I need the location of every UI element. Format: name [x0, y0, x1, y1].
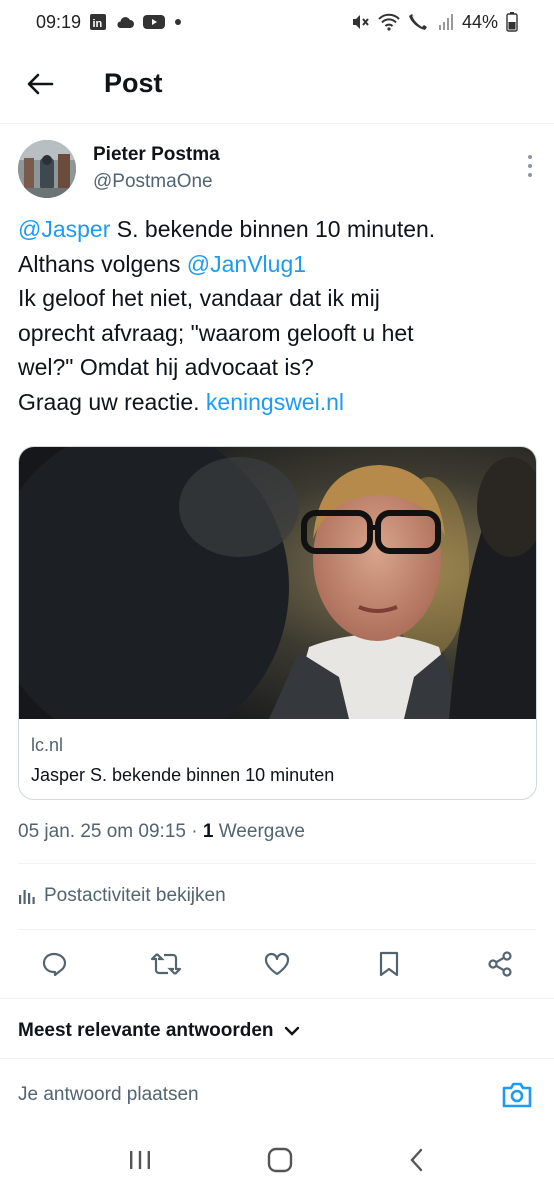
- link-preview-card[interactable]: lc.nl Jasper S. bekende binnen 10 minute…: [18, 446, 537, 800]
- post-line-3: Ik geloof het niet, vandaar dat ik mij: [18, 285, 380, 311]
- post-line-6-prefix: Graag uw reactie.: [18, 388, 206, 415]
- arrow-left-icon: [27, 73, 54, 94]
- reply-input[interactable]: Je antwoord plaatsen: [18, 1084, 536, 1106]
- bookmark-icon: [379, 951, 398, 977]
- battery-icon: [506, 12, 518, 32]
- divider: [18, 929, 536, 930]
- bar-chart-icon: [19, 890, 35, 904]
- status-right: 44%: [350, 12, 518, 33]
- status-bar: 09:19 in 44%: [0, 0, 554, 44]
- svg-text:in: in: [93, 18, 103, 30]
- call-icon: [408, 13, 430, 31]
- post-activity-label: Postactiviteit bekijken: [44, 885, 226, 906]
- post-line-5: wel?" Omdat hij advocaat is?: [18, 354, 314, 380]
- home-button[interactable]: [266, 1146, 294, 1179]
- like-icon: [264, 952, 290, 976]
- post-line-6: Graag uw reactie. keningswei.nl: [18, 385, 538, 420]
- mention-jasper[interactable]: @Jasper: [18, 216, 110, 242]
- more-dots-icon: [528, 154, 532, 159]
- bookmark-button[interactable]: [373, 948, 405, 980]
- chevron-left-icon: [410, 1148, 423, 1171]
- linkedin-icon: in: [89, 13, 107, 31]
- post-date: 05 jan. 25 om 09:15: [18, 821, 186, 842]
- avatar[interactable]: [18, 140, 76, 198]
- meta-separator: ·: [185, 821, 203, 842]
- camera-button[interactable]: [500, 1078, 534, 1112]
- replies-sort-dropdown[interactable]: Meest relevante antwoorden: [18, 1020, 300, 1042]
- post-author: Pieter Postma @PostmaOne: [18, 140, 538, 200]
- views-count: 1: [202, 821, 214, 842]
- card-image: [19, 447, 536, 747]
- back-button[interactable]: [20, 64, 60, 104]
- reply-button[interactable]: [38, 948, 70, 980]
- card-domain: lc.nl: [31, 735, 64, 755]
- post-activity-link[interactable]: Postactiviteit bekijken: [18, 885, 226, 907]
- share-icon: [488, 951, 512, 977]
- post-line-4: oprecht afvraag; "waarom gelooft u het: [18, 319, 414, 346]
- views-label: Weergave: [213, 821, 305, 842]
- cloud-icon: [115, 15, 135, 29]
- repost-icon: [150, 953, 181, 975]
- more-dot: [528, 163, 532, 168]
- camera-icon: [502, 1082, 532, 1108]
- home-icon: [267, 1147, 293, 1172]
- chevron-down-icon: [284, 1026, 299, 1036]
- status-time: 09:19: [36, 11, 82, 32]
- divider: [0, 1058, 554, 1059]
- link-keningswei[interactable]: keningswei.nl: [206, 389, 344, 415]
- repost-button[interactable]: [150, 948, 182, 980]
- divider: [0, 998, 554, 999]
- post-text: @Jasper S. bekende binnen 10 minuten. Al…: [18, 212, 538, 419]
- post-line-1-rest: S. bekende binnen 10 minuten.: [110, 216, 436, 242]
- battery-percent: 44%: [461, 11, 498, 32]
- divider: [18, 863, 536, 864]
- post-line-2-prefix: Althans volgens: [18, 250, 187, 277]
- mute-icon: [350, 13, 370, 31]
- post-actions: [18, 942, 536, 986]
- top-bar: Post: [0, 44, 554, 124]
- dot-icon: [173, 17, 183, 27]
- recent-apps-button[interactable]: [127, 1148, 153, 1177]
- post-line-2: Althans volgens @JanVlug1: [18, 247, 538, 282]
- author-name[interactable]: Pieter Postma: [93, 144, 220, 166]
- mention-janvlug1[interactable]: @JanVlug1: [187, 251, 306, 277]
- post-meta: 05 jan. 25 om 09:15 · 1 Weergave: [18, 821, 305, 843]
- recent-apps-icon: [129, 1150, 150, 1169]
- signal-icon: [438, 13, 454, 31]
- status-left: 09:19 in: [36, 12, 183, 33]
- wifi-icon: [378, 13, 400, 31]
- more-dot: [528, 173, 532, 178]
- post-line-1: @Jasper S. bekende binnen 10 minuten.: [18, 212, 538, 247]
- youtube-icon: [143, 14, 166, 30]
- card-title: Jasper S. bekende binnen 10 minuten: [31, 765, 335, 785]
- sort-label: Meest relevante antwoorden: [18, 1020, 274, 1041]
- reply-icon: [42, 952, 67, 977]
- like-button[interactable]: [261, 948, 293, 980]
- more-options-button[interactable]: [522, 152, 538, 180]
- system-nav-bar: [0, 1124, 554, 1200]
- share-button[interactable]: [484, 948, 516, 980]
- system-back-button[interactable]: [407, 1147, 427, 1178]
- page-title: Post: [104, 68, 163, 98]
- author-handle[interactable]: @PostmaOne: [93, 171, 213, 193]
